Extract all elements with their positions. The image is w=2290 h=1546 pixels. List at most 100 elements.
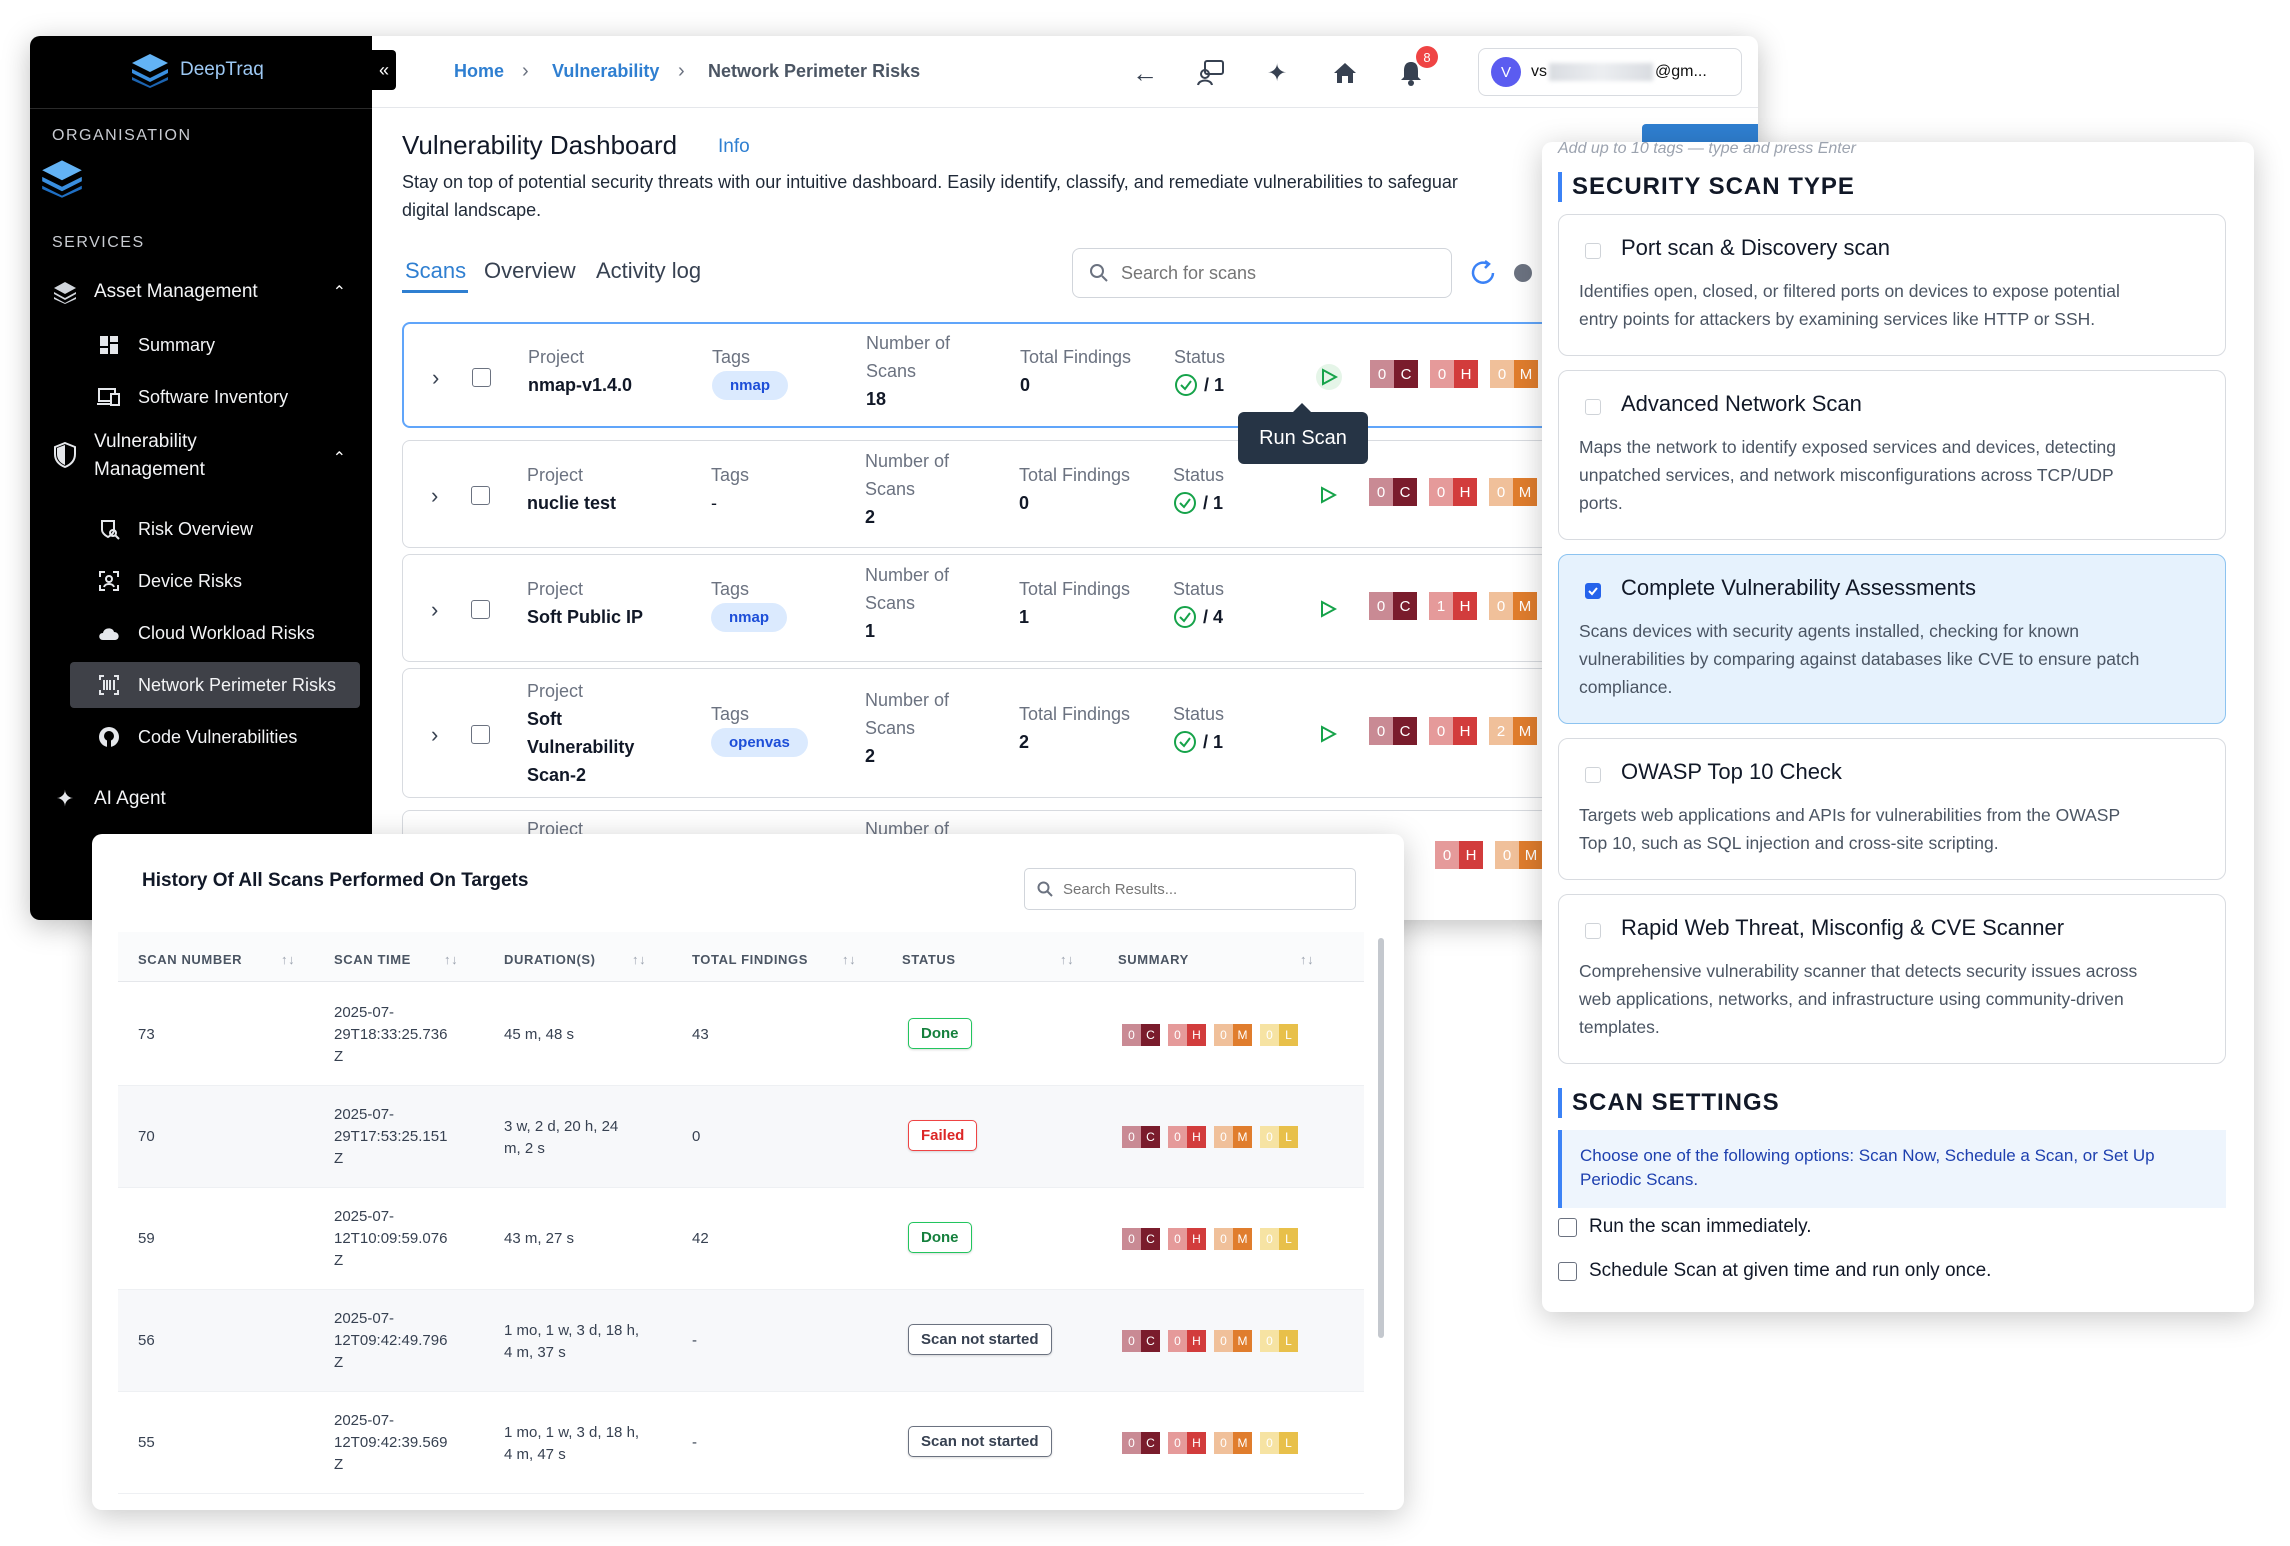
sort-icon[interactable]: ↑↓ [632,952,646,967]
run-now-option[interactable]: Run the scan immediately. [1558,1216,1811,1238]
run-now-checkbox[interactable] [1558,1217,1577,1237]
table-row[interactable]: 59 2025-07- 12T10:09:59.076 Z 43 m, 27 s… [118,1188,1364,1290]
scan-type-checkbox[interactable] [1585,923,1601,939]
col-scan-time[interactable]: SCAN TIME [334,952,411,967]
low-count: 0 [1260,1024,1279,1046]
scan-time-line: Z [334,1354,344,1371]
sidebar-item-summary[interactable]: Summary [86,322,360,368]
history-search-input[interactable] [1063,880,1343,898]
col-total-findings[interactable]: TOTAL FINDINGS [692,952,808,967]
table-row[interactable]: 56 2025-07- 12T09:42:49.796 Z 1 mo, 1 w,… [118,1290,1364,1392]
support-agent-icon[interactable] [1196,58,1226,88]
tag-chip[interactable]: nmap [711,603,788,632]
col-duration[interactable]: DURATION(S) [504,952,596,967]
tab-overview[interactable]: Overview [484,258,576,284]
sidebar-item-network-perimeter-risks[interactable]: Network Perimeter Risks [70,662,360,708]
scan-time-line: 29T17:53:25.151 [334,1128,448,1145]
sidebar-item-asset-management[interactable]: Asset Management ⌃ [52,272,360,312]
breadcrumb-vulnerability[interactable]: Vulnerability [552,61,659,82]
col-summary[interactable]: SUMMARY [1118,952,1189,967]
project-name-line[interactable]: Vulnerability [527,733,634,761]
sidebar-item-cloud-workload-risks[interactable]: Cloud Workload Risks [86,610,360,656]
breadcrumb-current: Network Perimeter Risks [708,61,921,81]
expand-chevron-icon[interactable]: › [431,483,438,509]
medium-letter: M [1233,1126,1252,1148]
breadcrumb-home[interactable]: Home [454,61,504,82]
project-name[interactable]: nmap-v1.4.0 [528,371,632,399]
table-row[interactable]: 70 2025-07- 29T17:53:25.151 Z 3 w, 2 d, … [118,1086,1364,1188]
brand[interactable]: DeepTraq [130,52,264,88]
critical-count: 0 [1369,592,1393,620]
history-search[interactable] [1024,868,1356,910]
scan-type-option[interactable]: Advanced Network Scan Maps the network t… [1558,370,2226,540]
info-link[interactable]: Info [718,136,750,158]
tab-activity-log[interactable]: Activity log [596,258,701,284]
chevron-up-icon[interactable]: ⌃ [333,448,346,468]
status-badge: Done [908,1018,972,1049]
table-row[interactable]: 55 2025-07- 12T09:42:39.569 Z 1 mo, 1 w,… [118,1392,1364,1494]
scan-type-option[interactable]: Port scan & Discovery scan Identifies op… [1558,214,2226,356]
scan-type-option[interactable]: OWASP Top 10 Check Targets web applicati… [1558,738,2226,880]
project-name[interactable]: nuclie test [527,489,616,517]
row-checkbox[interactable] [472,368,491,387]
scan-search[interactable] [1072,248,1452,298]
sort-icon[interactable]: ↑↓ [842,952,856,967]
run-scan-play-icon[interactable] [1315,721,1341,747]
scans-label: Number of [865,690,950,710]
sort-icon[interactable]: ↑↓ [1300,952,1314,967]
scan-type-checkbox[interactable] [1585,767,1601,783]
sparkle-icon[interactable]: ✦ [1262,58,1292,88]
scan-type-option[interactable]: Complete Vulnerability Assessments Scans… [1558,554,2226,724]
col-scan-number[interactable]: SCAN NUMBER [138,952,242,967]
row-checkbox[interactable] [471,725,490,744]
scan-type-checkbox[interactable] [1585,399,1601,415]
sidebar-item-risk-overview[interactable]: Risk Overview [86,506,360,552]
sidebar-item-code-vulnerabilities[interactable]: Code Vulnerabilities [86,714,360,760]
run-scan-play-icon[interactable] [1315,482,1341,508]
user-menu[interactable]: V vs @gm... [1478,48,1742,96]
history-scrollbar[interactable] [1378,938,1384,1338]
medium-count: 0 [1490,360,1514,388]
organisation-logo-icon[interactable] [40,158,84,198]
sidebar-item-device-risks[interactable]: Device Risks [86,558,360,604]
schedule-once-option[interactable]: Schedule Scan at given time and run only… [1558,1260,1991,1282]
total-findings: 0 [1020,375,1031,395]
critical-count: 0 [1122,1024,1141,1046]
sort-icon[interactable]: ↑↓ [1060,952,1074,967]
schedule-once-checkbox[interactable] [1558,1261,1577,1281]
tab-scans[interactable]: Scans [405,258,466,284]
sort-icon[interactable]: ↑↓ [281,952,295,967]
scan-type-checkbox[interactable] [1585,583,1601,599]
expand-chevron-icon[interactable]: › [431,722,438,748]
row-checkbox[interactable] [471,486,490,505]
project-label: Project [527,681,584,701]
project-name-line[interactable]: Scan-2 [527,761,586,789]
status-value: / 1 [1203,732,1224,752]
row-checkbox[interactable] [471,600,490,619]
project-name-line[interactable]: Soft [527,705,562,733]
sort-icon[interactable]: ↑↓ [444,952,458,967]
scan-type-checkbox[interactable] [1585,243,1601,259]
status-badge: Done [908,1222,972,1253]
home-icon[interactable] [1330,58,1360,88]
col-status[interactable]: STATUS [902,952,956,967]
primary-action-button[interactable] [1642,124,1758,144]
expand-chevron-icon[interactable]: › [431,597,438,623]
chevron-up-icon[interactable]: ⌃ [333,282,346,302]
back-arrow-icon[interactable]: ← [1130,58,1160,88]
run-scan-play-icon[interactable] [1316,364,1342,390]
scan-type-option[interactable]: Rapid Web Threat, Misconfig & CVE Scanne… [1558,894,2226,1064]
expand-chevron-icon[interactable]: › [432,365,439,391]
tag-chip[interactable]: nmap [712,371,789,400]
tags-empty: - [711,493,717,513]
run-scan-play-icon[interactable] [1315,596,1341,622]
sidebar-item-ai-agent[interactable]: ✦ AI Agent [52,782,360,816]
tag-chip[interactable]: openvas [711,728,808,757]
sidebar-item-software-inventory[interactable]: Software Inventory [86,374,360,420]
project-name[interactable]: Soft Public IP [527,603,643,631]
search-input[interactable] [1121,262,1441,284]
sidebar-item-label: Summary [138,334,216,355]
table-row[interactable]: 73 2025-07- 29T18:33:25.736 Z 45 m, 48 s… [118,984,1364,1086]
sidebar-item-vulnerability-management[interactable]: Vulnerability Management ⌃ [52,428,360,488]
refresh-icon[interactable] [1468,258,1498,288]
